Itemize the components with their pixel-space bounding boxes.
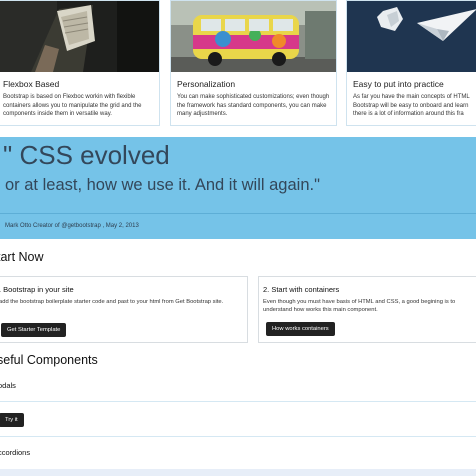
try-it-button[interactable]: Try it (0, 413, 24, 427)
card-title: Flexbox Based (3, 79, 60, 89)
step-title: . Bootstrap in your site (0, 285, 74, 294)
step-text: Even though you must have basis of HTML … (263, 299, 456, 314)
how-works-containers-button[interactable]: How works containers (266, 322, 335, 336)
feature-card-easy: Easy to put into practice As far you hav… (346, 0, 476, 126)
quote-headline: " CSS evolved (3, 140, 170, 170)
card-text: You can make sophisticated customization… (177, 94, 330, 118)
card-image-book (0, 1, 159, 72)
card-image-van (171, 1, 336, 72)
feature-card-personalization: Personalization You can make sophisticat… (170, 0, 337, 126)
step-card-bootstrap: . Bootstrap in your site add the bootstr… (0, 276, 248, 343)
step-card-containers: 2. Start with containers Even though you… (258, 276, 476, 343)
quote-attribution: Mark Otto Creator of @getbootstrap , May… (5, 223, 139, 229)
quote-banner: " CSS evolved or at least, how we use it… (0, 137, 476, 239)
quote-subline: or at least, how we use it. And it will … (5, 176, 320, 194)
feature-card-flexbox: Flexbox Based Bootstrap is based on Flex… (0, 0, 160, 126)
card-title: Easy to put into practice (353, 79, 444, 89)
card-text: Bootstrap is based on Flexboc workin wit… (3, 94, 142, 118)
card-title: Personalization (177, 79, 236, 89)
step-text: add the bootstrap boilerplate starter co… (0, 299, 224, 305)
card-text: As far you have the main concepts of HTM… (353, 94, 470, 118)
get-starter-template-button[interactable]: Get Starter Template (1, 323, 67, 337)
start-now-heading: tart Now (0, 250, 44, 264)
card-image-paper (347, 1, 476, 72)
modals-label: odals (0, 381, 16, 390)
component-divider (0, 401, 476, 402)
step-title: 2. Start with containers (263, 285, 340, 294)
quote-divider (0, 213, 476, 214)
component-divider (0, 436, 476, 437)
accordion-panel-edge (0, 469, 476, 476)
accordions-label[interactable]: ccordions (0, 448, 30, 457)
useful-components-heading: seful Components (0, 353, 98, 367)
